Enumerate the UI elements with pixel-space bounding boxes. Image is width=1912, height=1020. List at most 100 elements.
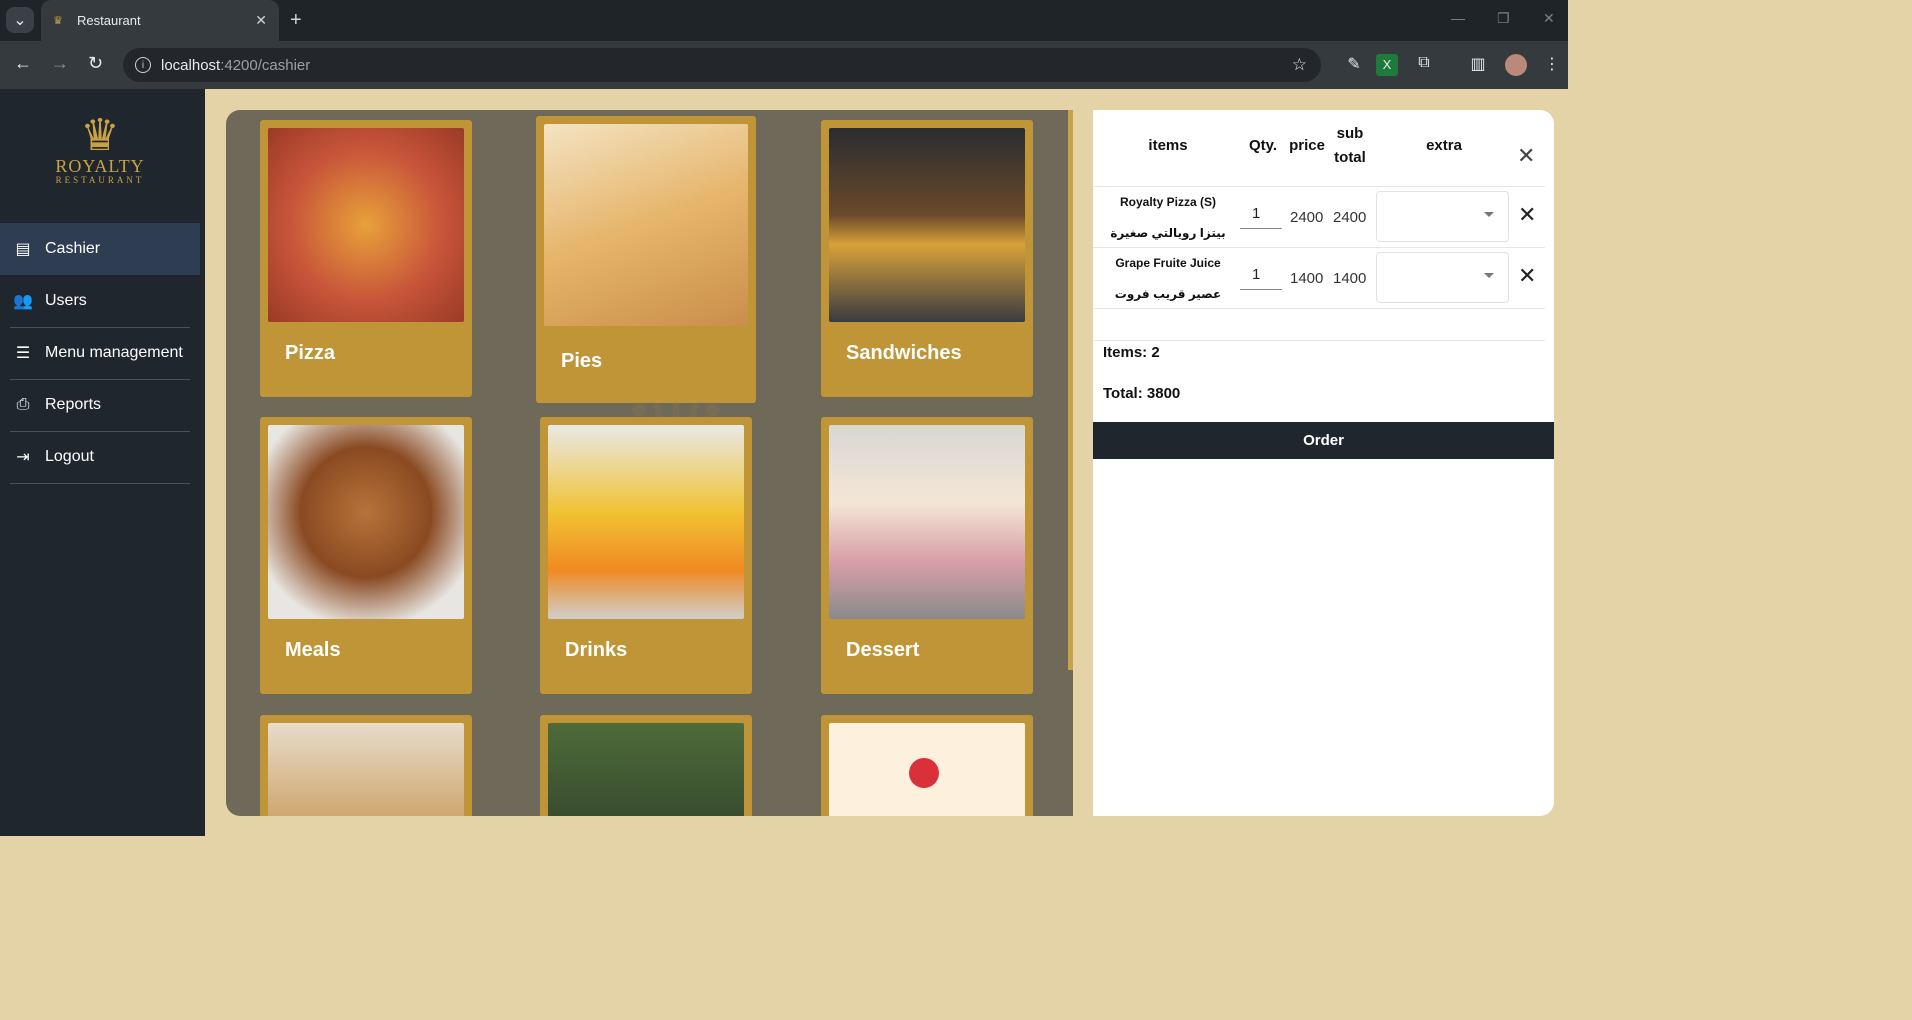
sidebar-divider <box>10 483 190 484</box>
header-price: price <box>1289 137 1325 154</box>
menu-category-grid: ♛ Pizza Pies Sandwiches Meals Drinks Des… <box>226 110 1073 816</box>
category-label: Drinks <box>565 639 628 661</box>
browser-tab[interactable]: ♛ Restaurant ✕ <box>41 0 279 41</box>
sidebar-item-label: Menu management <box>45 344 183 361</box>
browser-tab-bar: ⌄ ♛ Restaurant ✕ + — ❐ ✕ <box>0 0 1568 41</box>
new-tab-button[interactable]: + <box>290 9 302 32</box>
sidebar-item-label: Reports <box>45 396 102 413</box>
extension-brush-icon[interactable]: ✎ <box>1343 54 1365 76</box>
site-info-icon[interactable]: i <box>135 57 151 73</box>
item-subtotal: 1400 <box>1333 270 1367 287</box>
url-host: localhost <box>161 56 221 74</box>
pizza-image <box>268 128 464 322</box>
category-card-pizza[interactable]: Pizza <box>260 120 472 397</box>
header-extra: extra <box>1426 137 1462 154</box>
sidebar-item-label: Cashier <box>45 240 101 257</box>
header-subtotal-line2: total <box>1334 149 1366 166</box>
category-card-7[interactable] <box>260 715 472 816</box>
category-card-meals[interactable]: Meals <box>260 417 472 694</box>
order-total: Total: 3800 <box>1103 385 1181 402</box>
meals-image <box>268 425 464 619</box>
category-image <box>548 723 744 816</box>
bookmark-star-icon[interactable]: ☆ <box>1292 55 1307 75</box>
order-row: Royalty Pizza (S) بيتزا رويالتي صغيرة 1 … <box>1093 186 1545 247</box>
header-items: items <box>1148 137 1188 154</box>
remove-item-icon[interactable]: ✕ <box>1518 202 1536 228</box>
delivery-rider-icon <box>909 758 939 788</box>
sidebar-item-label: Users <box>45 292 87 309</box>
category-label: Pies <box>561 350 603 372</box>
tab-title: Restaurant <box>77 13 141 28</box>
sidebar-item-users[interactable]: 👥 Users <box>0 275 200 327</box>
category-label: Meals <box>285 639 341 661</box>
item-name-en: Grape Fruite Juice <box>1115 256 1221 270</box>
category-card-dessert[interactable]: Dessert <box>821 417 1033 694</box>
item-subtotal: 2400 <box>1333 209 1367 226</box>
category-card-sandwiches[interactable]: Sandwiches <box>821 120 1033 397</box>
forward-icon[interactable]: → <box>51 53 69 74</box>
crown-favicon-icon: ♛ <box>53 14 63 27</box>
burger-icon: ☰ <box>15 345 31 362</box>
item-name-ar: بيتزا رويالتي صغيرة <box>1110 226 1226 240</box>
sidebar-item-menu-management[interactable]: ☰ Menu management <box>0 327 200 379</box>
category-label: Sandwiches <box>846 342 962 364</box>
extra-select[interactable] <box>1376 252 1509 303</box>
dropdown-caret-icon <box>1484 273 1494 278</box>
profile-avatar[interactable] <box>1505 54 1527 76</box>
tab-close-icon[interactable]: ✕ <box>255 12 267 29</box>
logo-subtitle: RESTAURANT <box>55 175 145 185</box>
item-price: 1400 <box>1290 270 1324 287</box>
sidebar-item-label: Logout <box>45 448 94 465</box>
order-button[interactable]: Order <box>1093 422 1554 459</box>
items-count: Items: 2 <box>1103 344 1160 361</box>
item-name-en: Royalty Pizza (S) <box>1119 195 1217 209</box>
side-panel-icon[interactable]: ▥ <box>1467 54 1489 76</box>
sidebar-item-reports[interactable]: ⎙ Reports <box>0 379 200 431</box>
order-row: Grape Fruite Juice عصير قريب فروت 1 1400… <box>1093 247 1545 308</box>
users-icon: 👥 <box>13 293 33 310</box>
pies-image <box>544 124 748 326</box>
item-name-ar: عصير قريب فروت <box>1114 287 1222 301</box>
drinks-image <box>548 425 744 619</box>
category-label: Pizza <box>285 342 336 364</box>
back-icon[interactable]: ← <box>14 53 32 74</box>
logout-icon: ⇥ <box>16 449 30 466</box>
browser-toolbar: ← → ↻ i localhost:4200/cashier ☆ ✎ X ⧉ ▥… <box>0 41 1568 89</box>
header-qty: Qty. <box>1248 137 1278 154</box>
dessert-image <box>829 425 1025 619</box>
royalty-logo: ♛ ROYALTY RESTAURANT <box>38 114 162 194</box>
logo-name: ROYALTY <box>55 156 145 176</box>
category-image <box>268 723 464 816</box>
address-bar[interactable]: i localhost:4200/cashier ☆ <box>123 48 1321 82</box>
sidebar: ♛ ROYALTY RESTAURANT ▤ Cashier 👥 Users ☰… <box>0 89 205 836</box>
sidebar-item-cashier[interactable]: ▤ Cashier <box>0 223 200 275</box>
divider <box>1093 340 1545 341</box>
extra-select[interactable] <box>1376 191 1509 242</box>
restore-icon[interactable]: ❐ <box>1497 10 1510 27</box>
cash-register-icon: ▤ <box>15 241 31 258</box>
item-price: 2400 <box>1290 209 1324 226</box>
divider <box>1093 308 1545 309</box>
reload-icon[interactable]: ↻ <box>88 53 103 74</box>
browser-menu-icon[interactable]: ⋮ <box>1541 54 1563 76</box>
tab-search-button[interactable]: ⌄ <box>6 7 34 33</box>
extension-excel-icon[interactable]: X <box>1376 54 1398 76</box>
crown-logo-icon: ♛ <box>80 111 120 160</box>
extensions-puzzle-icon[interactable]: ⧉ <box>1413 54 1435 76</box>
menu-scrollbar[interactable] <box>1068 110 1073 670</box>
sidebar-item-logout[interactable]: ⇥ Logout <box>0 431 200 483</box>
order-panel: items Qty. price sub total extra ✕ Royal… <box>1093 110 1554 816</box>
minimize-icon[interactable]: — <box>1451 10 1465 26</box>
category-card-pies[interactable]: Pies <box>536 116 756 403</box>
category-card-drinks[interactable]: Drinks <box>540 417 752 694</box>
quantity-input[interactable]: 1 <box>1240 205 1282 229</box>
category-card-8[interactable] <box>540 715 752 816</box>
close-icon[interactable]: ✕ <box>1517 143 1535 169</box>
quantity-input[interactable]: 1 <box>1240 266 1282 290</box>
category-card-9[interactable] <box>821 715 1033 816</box>
remove-item-icon[interactable]: ✕ <box>1518 263 1536 289</box>
window-close-icon[interactable]: ✕ <box>1543 10 1555 27</box>
sandwiches-image <box>829 128 1025 322</box>
printer-icon: ⎙ <box>16 396 30 413</box>
category-label: Dessert <box>846 639 920 661</box>
